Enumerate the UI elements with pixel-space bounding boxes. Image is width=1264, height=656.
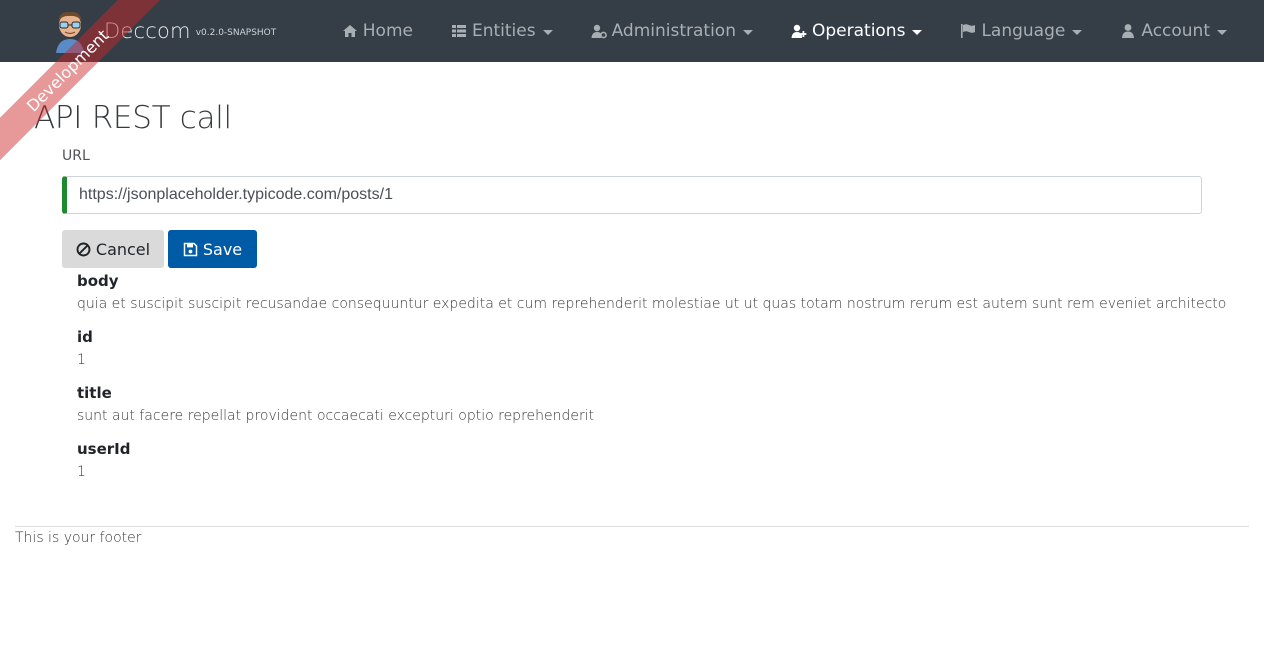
nav-item-label: Account [1141,21,1210,41]
url-input[interactable] [62,176,1202,214]
chevron-down-icon [912,29,923,35]
field-value: 1 [77,352,86,368]
nav-item-label: Administration [611,21,736,41]
top-navbar: Deccom v0.2.0-SNAPSHOT Home Entities Adm… [0,0,1264,62]
brand-logo-icon [56,11,84,53]
field-body: body quia et suscipit suscipit recusanda… [77,270,1227,326]
cancel-button-label: Cancel [95,239,151,259]
ban-icon [76,242,91,257]
th-list-icon [451,23,467,39]
chevron-down-icon [1217,29,1227,35]
field-value: quia et suscipit suscipit recusandae con… [77,296,1227,312]
brand-version: v0.2.0-SNAPSHOT [195,28,277,38]
nav-item-operations[interactable]: Operations [772,0,941,62]
nav-item-administration[interactable]: Administration [572,0,772,62]
user-icon [1120,23,1136,39]
user-cog-icon [591,23,607,39]
field-value: sunt aut facere repellat provident occae… [77,408,595,424]
field-name: title [77,384,112,402]
url-label: URL [62,148,90,164]
nav-item-label: Home [362,21,413,41]
cancel-button[interactable]: Cancel [62,230,164,268]
nav-item-entities[interactable]: Entities [432,0,572,62]
save-icon [183,242,198,257]
nav-item-home[interactable]: Home [323,0,432,62]
chevron-down-icon [542,29,553,35]
nav-item-label: Entities [471,21,536,41]
field-id: id 1 [77,326,1217,382]
brand-title: Deccom [104,19,191,43]
nav-item-label: Operations [811,21,906,41]
field-value: 1 [77,464,86,480]
save-button[interactable]: Save [168,230,257,268]
chevron-down-icon [1072,29,1083,35]
page-title: API REST call [34,100,232,136]
flag-icon [960,23,976,39]
nav-item-label: Language [981,21,1066,41]
field-name: body [77,272,119,290]
field-userid: userId 1 [77,438,1217,494]
field-name: id [77,328,93,346]
nav-menu: Home Entities Administration Operations … [323,0,1246,62]
brand[interactable]: Deccom v0.2.0-SNAPSHOT [50,6,276,56]
user-plus-icon [791,23,807,39]
field-name: userId [77,440,131,458]
nav-item-language[interactable]: Language [941,0,1101,62]
chevron-down-icon [742,29,753,35]
footer-text: This is your footer [15,530,142,546]
response-fields: body quia et suscipit suscipit recusanda… [77,270,1227,494]
home-icon [342,23,358,39]
footer-divider [15,526,1249,527]
nav-item-account[interactable]: Account [1101,0,1246,62]
field-title: title sunt aut facere repellat provident… [77,382,1217,438]
save-button-label: Save [202,239,243,259]
